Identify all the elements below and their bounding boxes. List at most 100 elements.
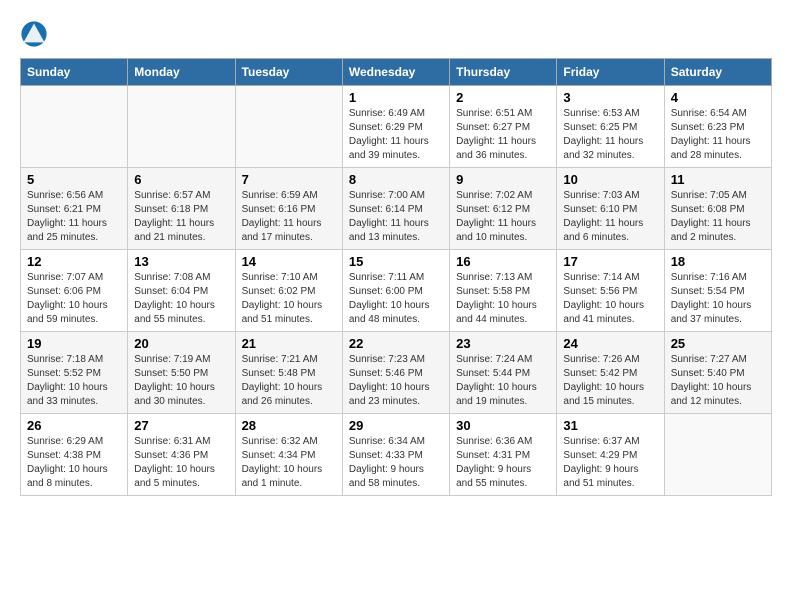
day-number: 13 <box>134 254 228 269</box>
day-info: Sunrise: 7:16 AM Sunset: 5:54 PM Dayligh… <box>671 271 765 327</box>
weekday-header-monday: Monday <box>128 59 235 86</box>
day-number: 24 <box>563 336 657 351</box>
weekday-header-thursday: Thursday <box>450 59 557 86</box>
day-info: Sunrise: 7:07 AM Sunset: 6:06 PM Dayligh… <box>27 271 121 327</box>
calendar-cell <box>128 86 235 168</box>
day-info: Sunrise: 7:21 AM Sunset: 5:48 PM Dayligh… <box>242 353 336 409</box>
day-number: 1 <box>349 90 443 105</box>
calendar-cell: 15 Sunrise: 7:11 AM Sunset: 6:00 PM Dayli… <box>342 250 449 332</box>
day-number: 26 <box>27 418 121 433</box>
weekday-header-tuesday: Tuesday <box>235 59 342 86</box>
day-info: Sunrise: 6:34 AM Sunset: 4:33 PM Dayligh… <box>349 435 443 491</box>
day-number: 18 <box>671 254 765 269</box>
day-number: 23 <box>456 336 550 351</box>
calendar-cell: 9 Sunrise: 7:02 AM Sunset: 6:12 PM Daylig… <box>450 168 557 250</box>
weekday-header-saturday: Saturday <box>664 59 771 86</box>
calendar-cell: 2 Sunrise: 6:51 AM Sunset: 6:27 PM Daylig… <box>450 86 557 168</box>
logo-icon <box>20 20 48 48</box>
weekday-header-friday: Friday <box>557 59 664 86</box>
weekday-header-row: SundayMondayTuesdayWednesdayThursdayFrid… <box>21 59 772 86</box>
day-number: 2 <box>456 90 550 105</box>
weekday-header-sunday: Sunday <box>21 59 128 86</box>
day-info: Sunrise: 7:02 AM Sunset: 6:12 PM Dayligh… <box>456 189 550 245</box>
calendar-cell: 22Sunrise: 7:23 AM Sunset: 5:46 PM Dayli… <box>342 332 449 414</box>
day-number: 16 <box>456 254 550 269</box>
day-info: Sunrise: 6:56 AM Sunset: 6:21 PM Dayligh… <box>27 189 121 245</box>
day-number: 31 <box>563 418 657 433</box>
day-info: Sunrise: 7:03 AM Sunset: 6:10 PM Dayligh… <box>563 189 657 245</box>
calendar-cell: 16 Sunrise: 7:13 AM Sunset: 5:58 PM Dayli… <box>450 250 557 332</box>
day-number: 10 <box>563 172 657 187</box>
day-info: Sunrise: 6:32 AM Sunset: 4:34 PM Dayligh… <box>242 435 336 491</box>
calendar-cell: 31 Sunrise: 6:37 AM Sunset: 4:29 PM Dayli… <box>557 414 664 496</box>
calendar-cell <box>664 414 771 496</box>
calendar-cell: 20 Sunrise: 7:19 AM Sunset: 5:50 PM Dayli… <box>128 332 235 414</box>
calendar-cell: 28 Sunrise: 6:32 AM Sunset: 4:34 PM Dayli… <box>235 414 342 496</box>
day-number: 12 <box>27 254 121 269</box>
calendar-cell: 3 Sunrise: 6:53 AM Sunset: 6:25 PM Daylig… <box>557 86 664 168</box>
calendar-cell: 5Sunrise: 6:56 AM Sunset: 6:21 PM Daylig… <box>21 168 128 250</box>
day-info: Sunrise: 6:51 AM Sunset: 6:27 PM Dayligh… <box>456 107 550 163</box>
day-number: 4 <box>671 90 765 105</box>
calendar-cell: 18 Sunrise: 7:16 AM Sunset: 5:54 PM Dayli… <box>664 250 771 332</box>
day-number: 6 <box>134 172 228 187</box>
day-number: 19 <box>27 336 121 351</box>
day-info: Sunrise: 7:13 AM Sunset: 5:58 PM Dayligh… <box>456 271 550 327</box>
day-number: 29 <box>349 418 443 433</box>
calendar-week-row: 19 Sunrise: 7:18 AM Sunset: 5:52 PM Dayli… <box>21 332 772 414</box>
weekday-header-wednesday: Wednesday <box>342 59 449 86</box>
day-number: 15 <box>349 254 443 269</box>
calendar-week-row: 5Sunrise: 6:56 AM Sunset: 6:21 PM Daylig… <box>21 168 772 250</box>
calendar-cell: 24Sunrise: 7:26 AM Sunset: 5:42 PM Dayli… <box>557 332 664 414</box>
day-number: 9 <box>456 172 550 187</box>
calendar-week-row: 1 Sunrise: 6:49 AM Sunset: 6:29 PM Daylig… <box>21 86 772 168</box>
calendar-cell: 26 Sunrise: 6:29 AM Sunset: 4:38 PM Dayli… <box>21 414 128 496</box>
calendar-cell: 23 Sunrise: 7:24 AM Sunset: 5:44 PM Dayli… <box>450 332 557 414</box>
calendar-cell: 19 Sunrise: 7:18 AM Sunset: 5:52 PM Dayli… <box>21 332 128 414</box>
day-info: Sunrise: 6:31 AM Sunset: 4:36 PM Dayligh… <box>134 435 228 491</box>
day-number: 14 <box>242 254 336 269</box>
day-info: Sunrise: 7:11 AM Sunset: 6:00 PM Dayligh… <box>349 271 443 327</box>
calendar-cell: 7Sunrise: 6:59 AM Sunset: 6:16 PM Daylig… <box>235 168 342 250</box>
logo <box>20 20 52 48</box>
day-number: 21 <box>242 336 336 351</box>
calendar-cell: 10 Sunrise: 7:03 AM Sunset: 6:10 PM Dayli… <box>557 168 664 250</box>
calendar-cell: 29 Sunrise: 6:34 AM Sunset: 4:33 PM Dayli… <box>342 414 449 496</box>
day-number: 17 <box>563 254 657 269</box>
calendar-week-row: 26 Sunrise: 6:29 AM Sunset: 4:38 PM Dayli… <box>21 414 772 496</box>
day-number: 22 <box>349 336 443 351</box>
day-info: Sunrise: 6:54 AM Sunset: 6:23 PM Dayligh… <box>671 107 765 163</box>
calendar-cell: 4 Sunrise: 6:54 AM Sunset: 6:23 PM Daylig… <box>664 86 771 168</box>
calendar-cell: 25 Sunrise: 7:27 AM Sunset: 5:40 PM Dayli… <box>664 332 771 414</box>
calendar-cell: 8Sunrise: 7:00 AM Sunset: 6:14 PM Daylig… <box>342 168 449 250</box>
day-info: Sunrise: 6:29 AM Sunset: 4:38 PM Dayligh… <box>27 435 121 491</box>
day-number: 11 <box>671 172 765 187</box>
calendar-cell: 1 Sunrise: 6:49 AM Sunset: 6:29 PM Daylig… <box>342 86 449 168</box>
page-header <box>20 20 772 48</box>
day-info: Sunrise: 7:19 AM Sunset: 5:50 PM Dayligh… <box>134 353 228 409</box>
calendar-cell: 14 Sunrise: 7:10 AM Sunset: 6:02 PM Dayli… <box>235 250 342 332</box>
calendar-table: SundayMondayTuesdayWednesdayThursdayFrid… <box>20 58 772 496</box>
day-info: Sunrise: 7:10 AM Sunset: 6:02 PM Dayligh… <box>242 271 336 327</box>
day-info: Sunrise: 7:08 AM Sunset: 6:04 PM Dayligh… <box>134 271 228 327</box>
day-info: Sunrise: 6:49 AM Sunset: 6:29 PM Dayligh… <box>349 107 443 163</box>
day-number: 8 <box>349 172 443 187</box>
calendar-week-row: 12 Sunrise: 7:07 AM Sunset: 6:06 PM Dayli… <box>21 250 772 332</box>
day-info: Sunrise: 7:18 AM Sunset: 5:52 PM Dayligh… <box>27 353 121 409</box>
day-info: Sunrise: 6:59 AM Sunset: 6:16 PM Dayligh… <box>242 189 336 245</box>
day-info: Sunrise: 7:27 AM Sunset: 5:40 PM Dayligh… <box>671 353 765 409</box>
day-info: Sunrise: 7:24 AM Sunset: 5:44 PM Dayligh… <box>456 353 550 409</box>
day-number: 30 <box>456 418 550 433</box>
day-number: 20 <box>134 336 228 351</box>
day-number: 28 <box>242 418 336 433</box>
day-info: Sunrise: 6:53 AM Sunset: 6:25 PM Dayligh… <box>563 107 657 163</box>
calendar-cell: 6Sunrise: 6:57 AM Sunset: 6:18 PM Daylig… <box>128 168 235 250</box>
day-info: Sunrise: 7:05 AM Sunset: 6:08 PM Dayligh… <box>671 189 765 245</box>
calendar-cell: 27Sunrise: 6:31 AM Sunset: 4:36 PM Dayli… <box>128 414 235 496</box>
day-info: Sunrise: 6:37 AM Sunset: 4:29 PM Dayligh… <box>563 435 657 491</box>
day-info: Sunrise: 7:14 AM Sunset: 5:56 PM Dayligh… <box>563 271 657 327</box>
day-number: 3 <box>563 90 657 105</box>
calendar-cell <box>21 86 128 168</box>
day-number: 25 <box>671 336 765 351</box>
day-info: Sunrise: 6:36 AM Sunset: 4:31 PM Dayligh… <box>456 435 550 491</box>
